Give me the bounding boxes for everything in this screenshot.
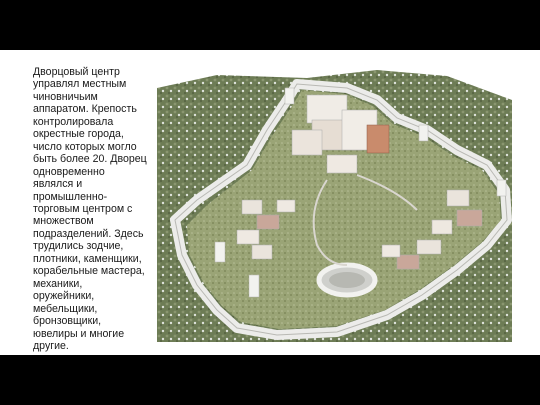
caption-text: Дворцовый центр управлял местным чиновни… [33,66,147,352]
circular-courtyard [316,262,378,298]
fortress-illustration [157,70,512,342]
slide: Дворцовый центр управлял местным чиновни… [0,50,540,355]
